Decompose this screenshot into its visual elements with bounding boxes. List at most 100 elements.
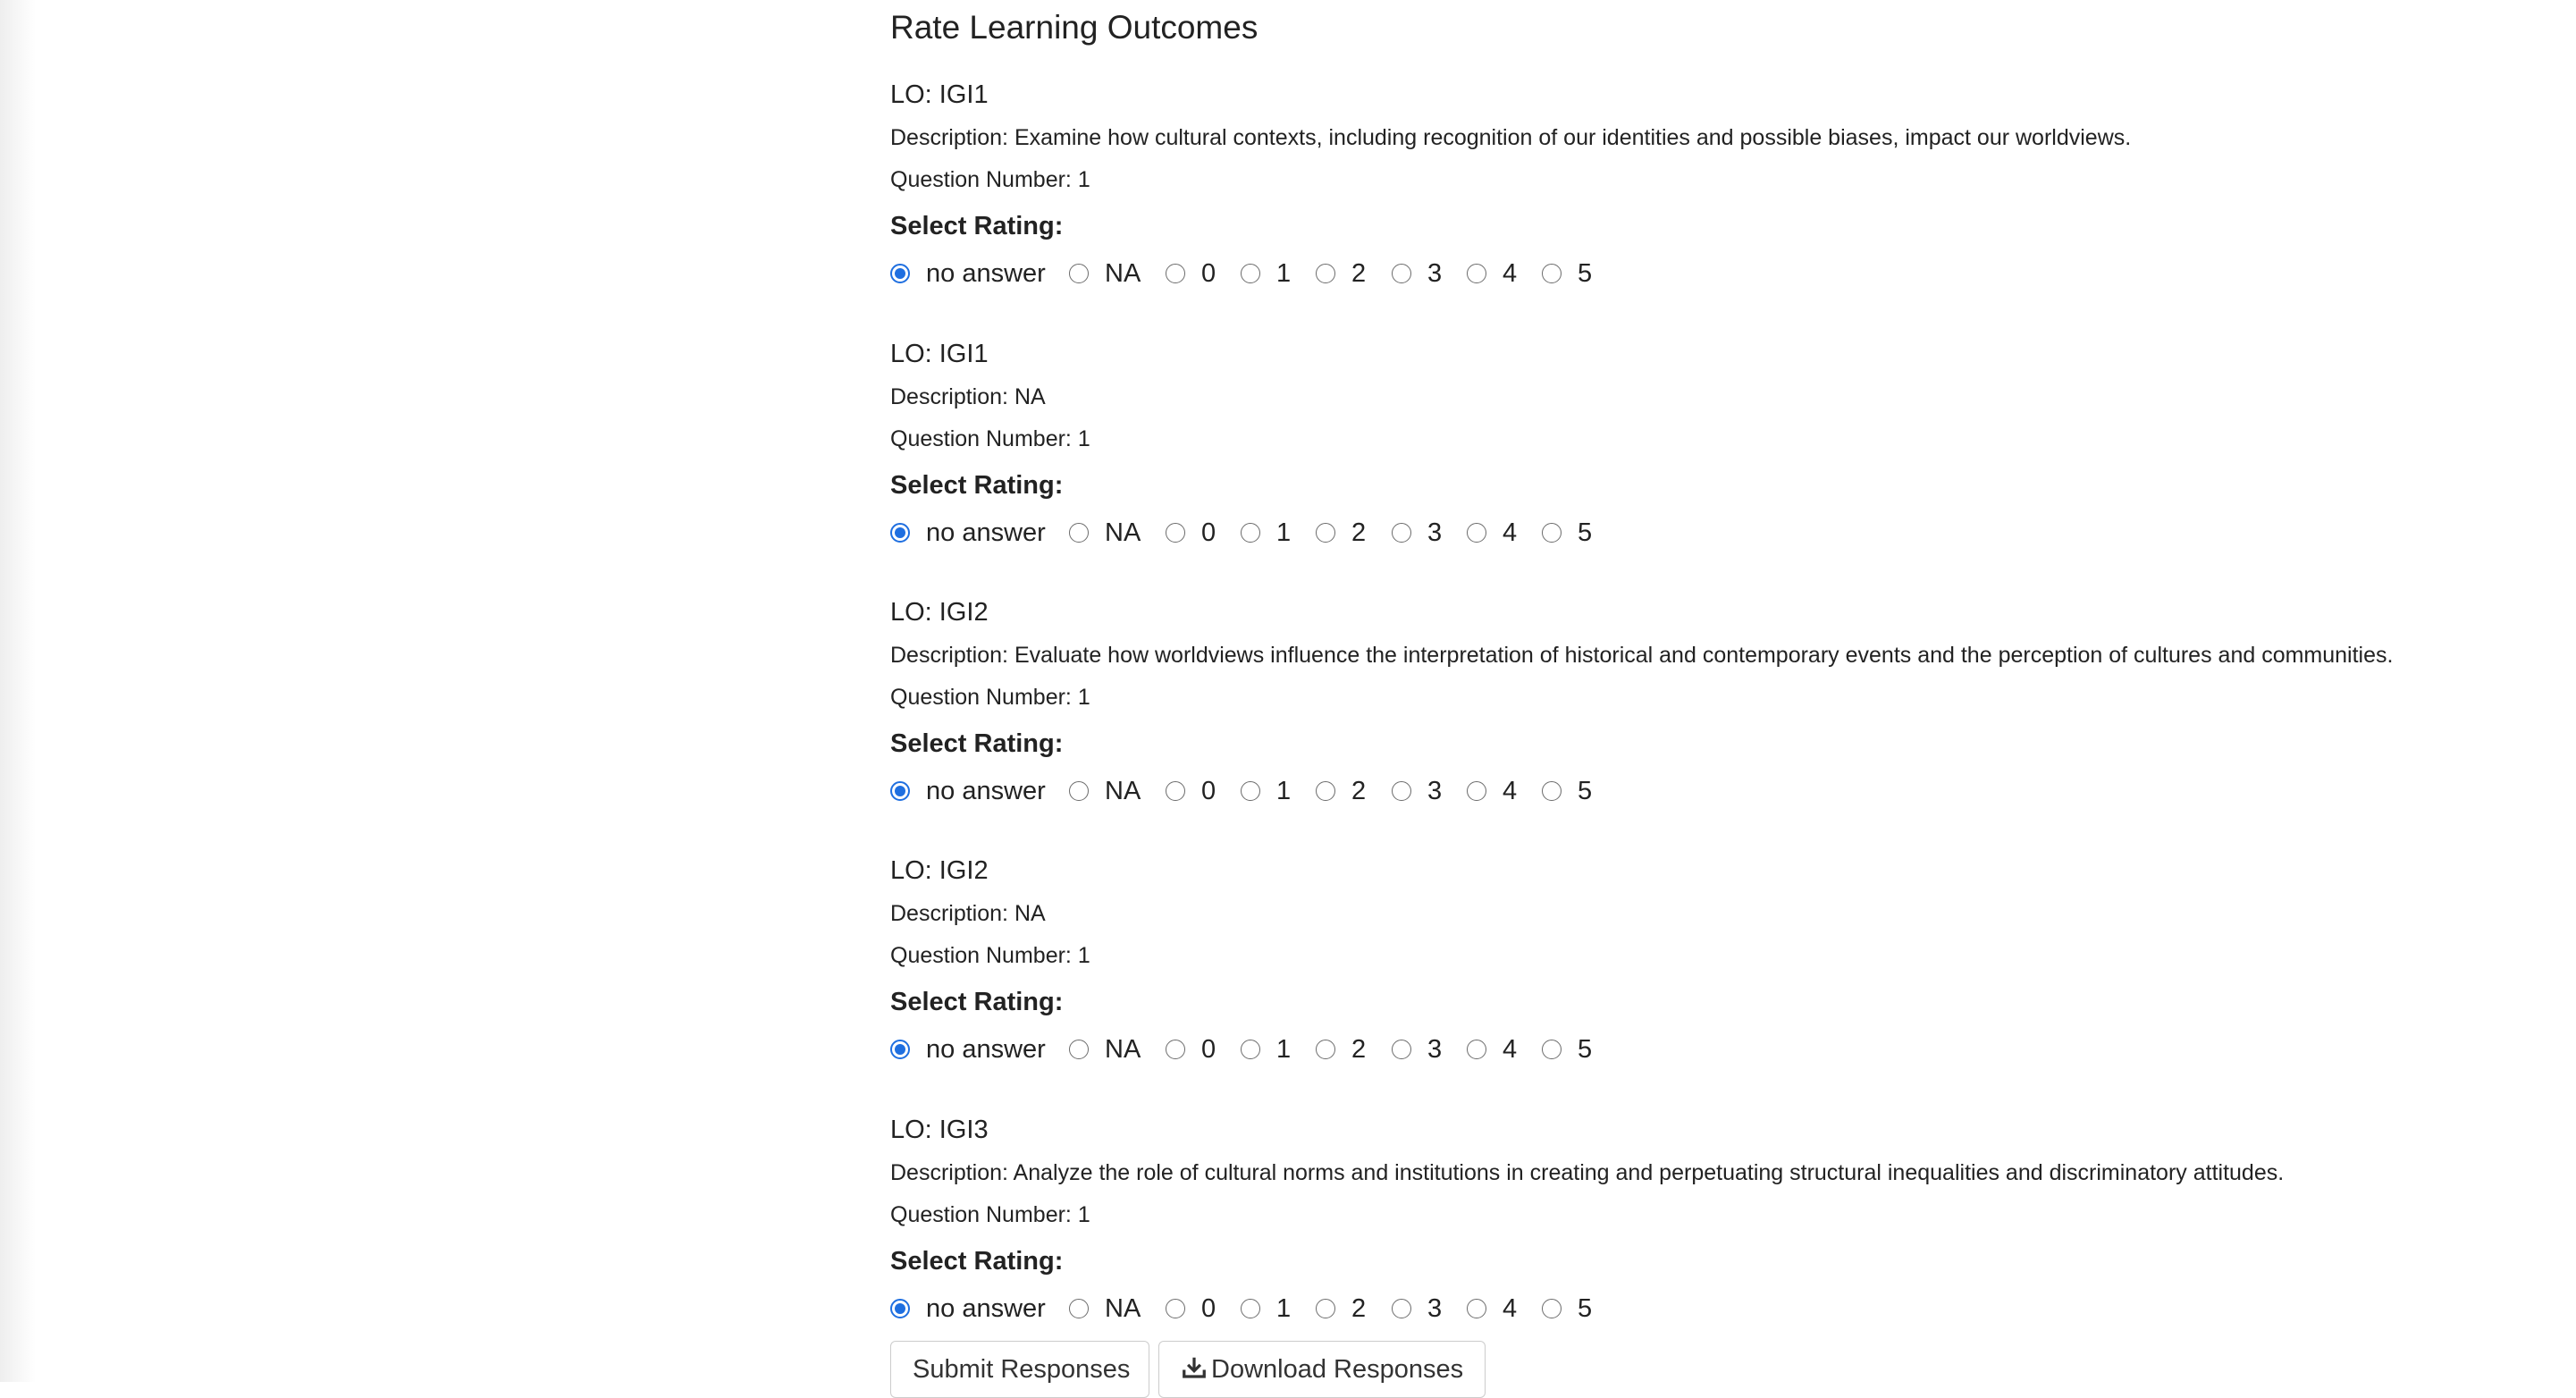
rating-option-label: 4 bbox=[1503, 1294, 1518, 1323]
rating-option-label: NA bbox=[1105, 518, 1141, 547]
rating-radio-2[interactable] bbox=[1316, 523, 1335, 543]
rating-radio-4[interactable] bbox=[1467, 781, 1486, 801]
lo-title: LO: IGI2 bbox=[890, 856, 989, 885]
rating-option-label: 4 bbox=[1503, 259, 1518, 288]
rating-radio-na[interactable] bbox=[1069, 523, 1089, 543]
rating-option-label: 1 bbox=[1276, 1294, 1292, 1323]
rating-radio-1[interactable] bbox=[1241, 1299, 1260, 1318]
select-rating-label: Select Rating: bbox=[890, 471, 1064, 500]
rating-option-label: 1 bbox=[1276, 259, 1292, 288]
rating-option-label: no answer bbox=[926, 1035, 1046, 1064]
rating-radio-no-answer[interactable] bbox=[890, 523, 910, 543]
rating-radio-0[interactable] bbox=[1166, 264, 1185, 283]
rating-radio-4[interactable] bbox=[1467, 1040, 1486, 1059]
download-icon bbox=[1183, 1357, 1206, 1378]
rating-option-label: no answer bbox=[926, 777, 1046, 805]
rating-radio-0[interactable] bbox=[1166, 523, 1185, 543]
rating-radio-3[interactable] bbox=[1392, 1299, 1411, 1318]
select-rating-label: Select Rating: bbox=[890, 212, 1064, 240]
rating-option-label: no answer bbox=[926, 518, 1046, 547]
rating-option-label: 0 bbox=[1201, 259, 1216, 288]
download-responses-button[interactable]: Download Responses bbox=[1158, 1341, 1486, 1398]
question-number: Question Number: 1 bbox=[890, 1202, 1090, 1227]
rating-option-label: 5 bbox=[1578, 518, 1593, 547]
rating-option-label: 3 bbox=[1427, 777, 1443, 805]
rating-radio-3[interactable] bbox=[1392, 781, 1411, 801]
rating-radio-3[interactable] bbox=[1392, 523, 1411, 543]
rating-radio-no-answer[interactable] bbox=[890, 1299, 910, 1318]
rating-radio-1[interactable] bbox=[1241, 523, 1260, 543]
rating-radio-2[interactable] bbox=[1316, 781, 1335, 801]
rating-radio-no-answer[interactable] bbox=[890, 1040, 910, 1059]
rating-radio-4[interactable] bbox=[1467, 1299, 1486, 1318]
question-number: Question Number: 1 bbox=[890, 426, 1090, 451]
rating-radio-5[interactable] bbox=[1542, 781, 1562, 801]
rating-radio-0[interactable] bbox=[1166, 1299, 1185, 1318]
rating-option-label: 0 bbox=[1201, 777, 1216, 805]
rating-radio-no-answer[interactable] bbox=[890, 781, 910, 801]
lo-description: Description: Examine how cultural contex… bbox=[890, 125, 2132, 150]
rating-option-label: 0 bbox=[1201, 518, 1216, 547]
rating-radio-5[interactable] bbox=[1542, 1299, 1562, 1318]
lo-description: Description: NA bbox=[890, 901, 1046, 926]
learning-outcome-block: LO: IGI2 Description: NA Question Number: … bbox=[890, 856, 2544, 1116]
rating-radio-na[interactable] bbox=[1069, 1040, 1089, 1059]
rating-radio-5[interactable] bbox=[1542, 523, 1562, 543]
question-number: Question Number: 1 bbox=[890, 685, 1090, 710]
lo-title: LO: IGI1 bbox=[890, 80, 989, 109]
learning-outcome-block: LO: IGI3 Description: Analyze the role of… bbox=[890, 1116, 2544, 1375]
rating-option-label: 4 bbox=[1503, 1035, 1518, 1064]
rating-option-label: 2 bbox=[1351, 1294, 1367, 1323]
learning-outcome-block: LO: IGI1 Description: NA Question Number: … bbox=[890, 340, 2544, 599]
rating-radio-0[interactable] bbox=[1166, 1040, 1185, 1059]
rating-radio-na[interactable] bbox=[1069, 1299, 1089, 1318]
rating-radio-3[interactable] bbox=[1392, 1040, 1411, 1059]
select-rating-label: Select Rating: bbox=[890, 988, 1064, 1016]
rating-option-label: 2 bbox=[1351, 259, 1367, 288]
rating-radio-no-answer[interactable] bbox=[890, 264, 910, 283]
rating-option-label: 3 bbox=[1427, 1294, 1443, 1323]
rating-option-label: 5 bbox=[1578, 259, 1593, 288]
rating-radio-2[interactable] bbox=[1316, 1299, 1335, 1318]
lo-description: Description: Evaluate how worldviews inf… bbox=[890, 643, 2394, 668]
rating-option-label: 1 bbox=[1276, 777, 1292, 805]
submit-responses-button[interactable]: Submit Responses bbox=[890, 1341, 1149, 1398]
question-number: Question Number: 1 bbox=[890, 167, 1090, 192]
rating-radio-1[interactable] bbox=[1241, 1040, 1260, 1059]
rating-option-label: 1 bbox=[1276, 518, 1292, 547]
rating-option-label: no answer bbox=[926, 1294, 1046, 1323]
rating-option-label: NA bbox=[1105, 1035, 1141, 1064]
rating-option-label: 5 bbox=[1578, 777, 1593, 805]
rating-option-label: 5 bbox=[1578, 1035, 1593, 1064]
learning-outcome-block: LO: IGI1 Description: Examine how cultura… bbox=[890, 80, 2544, 340]
rating-radio-3[interactable] bbox=[1392, 264, 1411, 283]
rating-radio-1[interactable] bbox=[1241, 781, 1260, 801]
rating-option-label: 4 bbox=[1503, 777, 1518, 805]
lo-description: Description: NA bbox=[890, 384, 1046, 409]
select-rating-label: Select Rating: bbox=[890, 1247, 1064, 1276]
rating-radio-4[interactable] bbox=[1467, 523, 1486, 543]
page-title: Rate Learning Outcomes bbox=[890, 9, 1259, 46]
rating-option-label: 5 bbox=[1578, 1294, 1593, 1323]
left-panel-edge bbox=[0, 0, 36, 1382]
rating-radio-2[interactable] bbox=[1316, 1040, 1335, 1059]
rating-option-label: 4 bbox=[1503, 518, 1518, 547]
rating-radio-5[interactable] bbox=[1542, 264, 1562, 283]
rating-radio-2[interactable] bbox=[1316, 264, 1335, 283]
rating-radio-5[interactable] bbox=[1542, 1040, 1562, 1059]
rating-radio-na[interactable] bbox=[1069, 264, 1089, 283]
rating-option-label: 3 bbox=[1427, 518, 1443, 547]
rating-radio-na[interactable] bbox=[1069, 781, 1089, 801]
rating-radio-1[interactable] bbox=[1241, 264, 1260, 283]
rating-option-label: 2 bbox=[1351, 518, 1367, 547]
learning-outcome-block: LO: IGI2 Description: Evaluate how worldv… bbox=[890, 598, 2544, 857]
lo-title: LO: IGI2 bbox=[890, 598, 989, 627]
rating-option-label: 0 bbox=[1201, 1035, 1216, 1064]
rating-radio-4[interactable] bbox=[1467, 264, 1486, 283]
rating-option-label: 3 bbox=[1427, 259, 1443, 288]
rating-option-label: 2 bbox=[1351, 1035, 1367, 1064]
lo-title: LO: IGI3 bbox=[890, 1116, 989, 1144]
rating-option-label: no answer bbox=[926, 259, 1046, 288]
rating-option-label: 2 bbox=[1351, 777, 1367, 805]
rating-radio-0[interactable] bbox=[1166, 781, 1185, 801]
